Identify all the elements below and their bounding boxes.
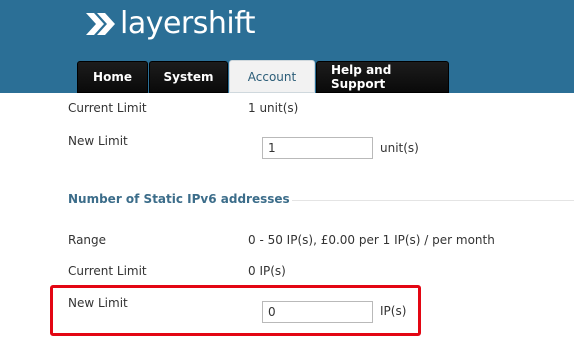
layershift-logo-icon: [86, 13, 115, 35]
section-divider: [292, 200, 574, 201]
tab-home[interactable]: Home: [77, 61, 148, 93]
ipv6-range-value: 0 - 50 IP(s), £0.00 per 1 IP(s) / per mo…: [248, 233, 495, 247]
units-new-limit-label: New Limit: [68, 134, 128, 148]
ipv6-current-limit-row: Current Limit 0 IP(s): [68, 262, 568, 280]
main-nav-tabs: Home System Account Help and Support: [77, 60, 449, 93]
ipv6-current-limit-label: Current Limit: [68, 264, 147, 278]
ipv6-new-limit-label: New Limit: [68, 296, 128, 310]
tab-system[interactable]: System: [149, 61, 228, 93]
tab-help-and-support[interactable]: Help and Support: [316, 61, 449, 93]
units-current-limit-label: Current Limit: [68, 101, 147, 115]
units-new-limit-input[interactable]: [262, 137, 373, 159]
ipv6-new-limit-input[interactable]: [262, 301, 373, 323]
top-header: layershift Home System Account Help and …: [0, 0, 574, 93]
tab-account[interactable]: Account: [229, 60, 315, 93]
ipv6-current-limit-value: 0 IP(s): [248, 264, 286, 278]
logo-text: layershift: [120, 6, 256, 41]
units-new-limit-unit: unit(s): [380, 141, 419, 155]
ipv6-section-title: Number of Static IPv6 addresses: [68, 192, 290, 206]
ipv6-range-row: Range 0 - 50 IP(s), £0.00 per 1 IP(s) / …: [68, 231, 568, 249]
units-current-limit-value: 1 unit(s): [248, 101, 299, 115]
ipv6-range-label: Range: [68, 233, 107, 247]
units-current-limit-row: Current Limit 1 unit(s): [68, 99, 568, 117]
ipv6-new-limit-unit: IP(s): [380, 304, 407, 318]
layershift-logo[interactable]: layershift: [84, 4, 256, 44]
